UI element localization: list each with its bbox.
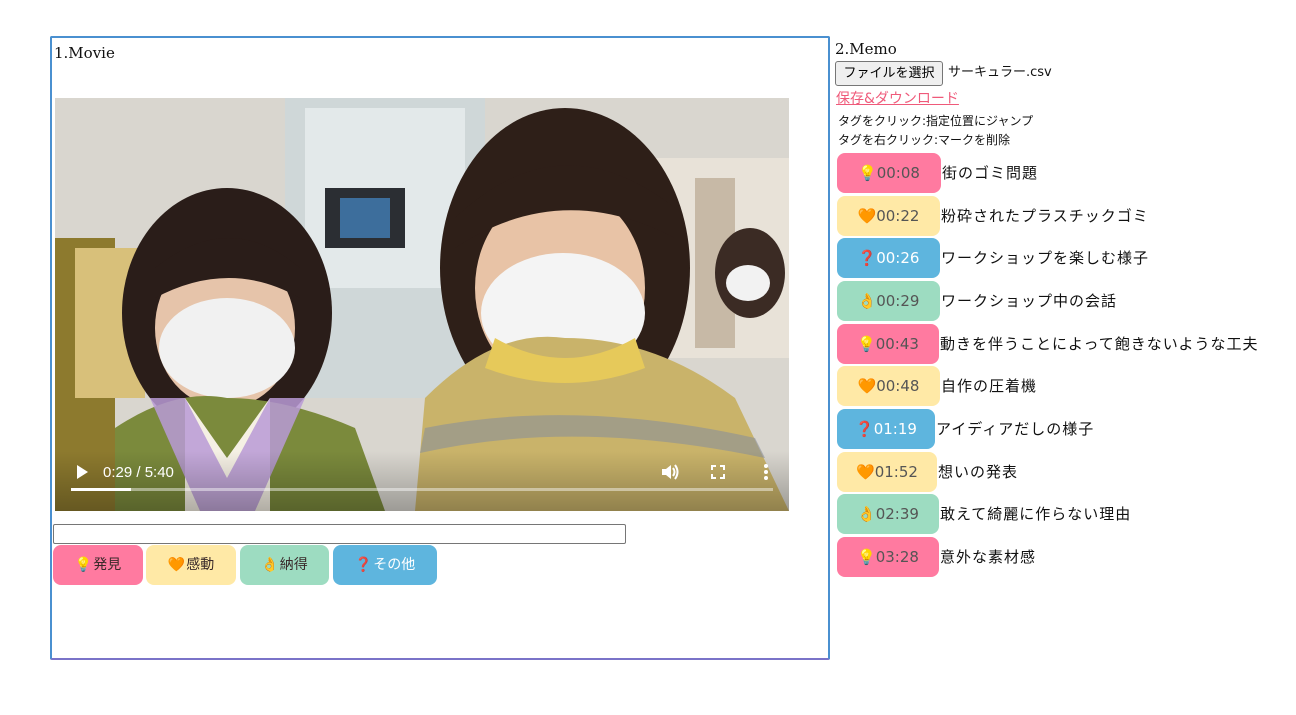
memo-time: 02:39	[875, 505, 919, 523]
memo-time-tag[interactable]: 🧡00:22	[837, 196, 940, 236]
memo-entry-text: ワークショップ中の会話	[941, 292, 1118, 310]
memo-time: 03:28	[875, 548, 919, 566]
memo-entry-text: 想いの発表	[938, 463, 1019, 481]
video-progress-bar[interactable]	[71, 488, 773, 491]
question-mark-icon: ❓	[354, 557, 373, 573]
movie-panel-title: 1.Movie	[54, 44, 115, 62]
play-icon[interactable]	[71, 461, 93, 483]
memo-time: 00:43	[875, 335, 919, 353]
memo-time: 00:22	[876, 207, 920, 225]
tag-button-other[interactable]: ❓その他	[333, 545, 437, 585]
memo-entry-text: 敢えて綺麗に作らない理由	[940, 505, 1132, 523]
hint-click: タグをクリック:指定位置にジャンプ	[838, 114, 1034, 128]
memo-time-tag[interactable]: ❓01:19	[837, 409, 935, 449]
lightbulb-icon: 💡	[857, 548, 876, 566]
tag-button-label: 納得	[279, 557, 308, 573]
memo-time-tag[interactable]: 💡00:08	[837, 153, 941, 193]
lightbulb-icon: 💡	[858, 164, 877, 182]
orange-heart-icon: 🧡	[857, 207, 877, 225]
volume-icon[interactable]	[659, 461, 681, 483]
tag-button-impressed[interactable]: 🧡感動	[146, 545, 236, 585]
memo-time: 00:26	[876, 249, 920, 267]
tag-button-discovery[interactable]: 💡発見	[53, 545, 143, 585]
memo-time: 00:48	[876, 377, 920, 395]
memo-time: 01:52	[874, 463, 918, 481]
memo-text-input[interactable]	[53, 524, 626, 544]
memo-entry-text: ワークショップを楽しむ様子	[941, 249, 1150, 267]
fullscreen-icon[interactable]	[707, 461, 729, 483]
video-progress-fill	[71, 488, 131, 491]
memo-time: 01:19	[873, 420, 917, 438]
memo-time-tag[interactable]: 💡00:43	[837, 324, 939, 364]
more-options-icon[interactable]	[755, 461, 777, 483]
video-frame	[55, 98, 789, 511]
hint-right-click: タグを右クリック:マークを削除	[838, 133, 1011, 147]
memo-time-tag[interactable]: 💡03:28	[837, 537, 939, 577]
memo-entry-text: アイディアだしの様子	[936, 420, 1095, 438]
question-mark-icon: ❓	[855, 420, 874, 438]
memo-entry-text: 街のゴミ問題	[942, 164, 1039, 182]
memo-panel-title: 2.Memo	[835, 40, 897, 58]
orange-heart-icon: 🧡	[856, 463, 875, 481]
video-time-display: 0:29 / 5:40	[103, 464, 174, 481]
memo-time: 00:29	[876, 292, 920, 310]
lightbulb-icon: 💡	[74, 557, 93, 573]
ok-hand-icon: 👌	[261, 557, 279, 573]
memo-time-tag[interactable]: 👌00:29	[837, 281, 940, 321]
memo-time-tag[interactable]: ❓00:26	[837, 238, 940, 278]
lightbulb-icon: 💡	[857, 335, 876, 353]
video-controls: 0:29 / 5:40	[55, 451, 789, 511]
movie-panel: 1.Movie 0:29 / 5:40 💡発見 🧡感動 👌納得 ❓その他	[50, 36, 830, 660]
memo-entry-text: 意外な素材感	[940, 548, 1037, 566]
memo-time-tag[interactable]: 🧡01:52	[837, 452, 937, 492]
orange-heart-icon: 🧡	[167, 557, 186, 573]
memo-time: 00:08	[876, 164, 920, 182]
tag-button-label: 感動	[186, 557, 215, 573]
question-mark-icon: ❓	[857, 249, 877, 267]
tag-button-label: その他	[373, 557, 416, 573]
orange-heart-icon: 🧡	[857, 377, 877, 395]
memo-time-tag[interactable]: 👌02:39	[837, 494, 939, 534]
tag-button-label: 発見	[93, 557, 122, 573]
memo-entry-text: 動きを伴うことによって飽きないような工夫	[940, 335, 1259, 353]
memo-entry-text: 粉砕されたプラスチックゴミ	[941, 207, 1149, 225]
memo-time-tag[interactable]: 🧡00:48	[837, 366, 940, 406]
ok-hand-icon: 👌	[857, 505, 876, 523]
save-download-link[interactable]: 保存&ダウンロード	[836, 90, 959, 108]
selected-file-name: サーキュラー.csv	[948, 65, 1052, 80]
choose-file-button[interactable]: ファイルを選択	[835, 61, 943, 86]
tag-button-convinced[interactable]: 👌納得	[240, 545, 329, 585]
ok-hand-icon: 👌	[857, 292, 877, 310]
video-player[interactable]: 0:29 / 5:40	[55, 98, 789, 511]
memo-entry-text: 自作の圧着機	[941, 377, 1038, 395]
